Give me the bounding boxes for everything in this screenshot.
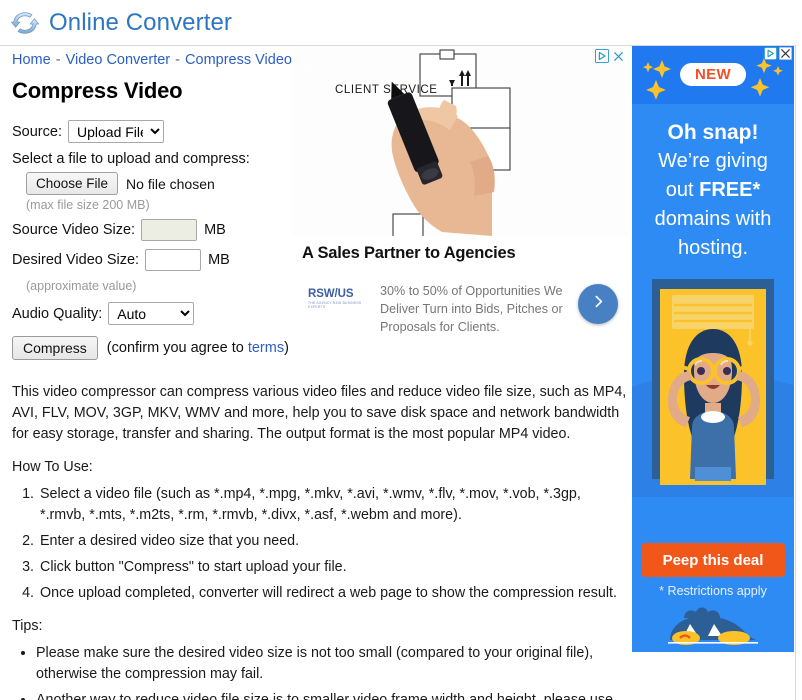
how-to-use-heading: How To Use:	[12, 459, 93, 475]
video-advertisement[interactable]: CLIENT SERVICE A Sales Partner to Agenci…	[292, 46, 628, 356]
speaker-muted-icon[interactable]	[296, 54, 318, 81]
page-root: Online Converter Home - Video Converter …	[0, 0, 802, 700]
peep-this-deal-button[interactable]: Peep this deal	[641, 543, 785, 577]
compress-button[interactable]: Compress	[12, 336, 98, 360]
breadcrumb-item-home[interactable]: Home	[12, 52, 51, 68]
list-item: Please make sure the desired video size …	[36, 643, 630, 685]
chevron-right-icon	[590, 293, 607, 315]
terms-prefix: (confirm you agree to	[106, 340, 248, 356]
breadcrumb-item-compress-video[interactable]: Compress Video	[185, 52, 292, 68]
list-item: Select a video file (such as *.mp4, *.mp…	[38, 484, 630, 526]
list-item: Once upload completed, converter will re…	[38, 583, 630, 604]
desired-video-size-unit: MB	[208, 252, 230, 268]
rsw-us-logo-text: RSW/US	[308, 288, 354, 300]
page-right-border	[795, 0, 796, 700]
video-ad-headline: A Sales Partner to Agencies	[302, 244, 516, 262]
list-item: Another way to reduce video file size is…	[36, 690, 630, 700]
restrictions-note: * Restrictions apply	[659, 584, 767, 598]
terms-confirm-text: (confirm you agree to terms)	[107, 340, 289, 356]
hostgator-banner-advertisement[interactable]: NEW Oh snap! We’re giving out FREE* doma…	[632, 46, 794, 652]
source-video-size-unit: MB	[204, 222, 226, 238]
tips-list: Please make sure the desired video size …	[12, 643, 630, 700]
rsw-us-logo: RSW/US THE AGENCY NEW BUSINESS EXPERTS	[308, 288, 370, 309]
no-file-chosen-text: No file chosen	[126, 175, 215, 192]
source-video-size-input[interactable]	[141, 219, 198, 241]
rsw-us-logo-tagline: THE AGENCY NEW BUSINESS EXPERTS	[308, 301, 362, 309]
source-select[interactable]: Upload File	[67, 120, 164, 143]
close-icon[interactable]	[779, 47, 792, 65]
banner-headline-line-5: hosting.	[677, 237, 749, 259]
video-ad-media[interactable]: CLIENT SERVICE	[292, 46, 628, 236]
woman-with-glasses-in-window-illustration	[632, 267, 794, 497]
breadcrumb: Home - Video Converter - Compress Video	[12, 52, 292, 68]
hostgator-logo: HostGator	[632, 604, 794, 652]
close-icon[interactable]	[612, 50, 625, 68]
video-ad-body: RSW/US THE AGENCY NEW BUSINESS EXPERTS 3…	[292, 272, 628, 336]
list-item: Enter a desired video size that you need…	[38, 531, 630, 552]
banner-headline-line-3-pre: out	[665, 179, 700, 201]
refresh-arrows-icon	[10, 8, 40, 38]
banner-headline: Oh snap! We’re giving out FREE* domains …	[632, 118, 794, 263]
banner-headline-line-1: Oh snap!	[667, 121, 759, 144]
banner-headline-line-3: out FREE*	[632, 176, 794, 205]
site-title: Online Converter	[49, 8, 233, 36]
audio-quality-select[interactable]: Auto	[108, 302, 195, 325]
video-ad-description: 30% to 50% of Opportunities We Deliver T…	[380, 284, 563, 334]
gator-mascot-icon	[660, 604, 766, 652]
article-body: This video compressor can compress vario…	[12, 382, 630, 700]
source-label: Source:	[12, 123, 62, 140]
breadcrumb-separator: -	[55, 52, 61, 68]
banner-headline-line-4: domains with	[654, 208, 772, 230]
tips-heading: Tips:	[12, 618, 43, 634]
whiteboard-drawing-illustration: CLIENT SERVICE	[292, 46, 628, 236]
breadcrumb-separator: -	[175, 52, 180, 68]
video-ad-next-button[interactable]	[578, 284, 618, 324]
terms-suffix: )	[284, 340, 289, 356]
site-header: Online Converter	[0, 0, 796, 46]
terms-link[interactable]: terms	[248, 340, 284, 356]
video-ad-adchoices-controls[interactable]	[595, 49, 625, 68]
choose-file-button[interactable]: Choose File	[26, 172, 119, 195]
banner-top-section: NEW	[632, 46, 794, 104]
list-item: Click button "Compress" to start upload …	[38, 557, 630, 578]
adchoices-icon[interactable]	[595, 49, 609, 68]
new-badge: NEW	[680, 63, 746, 86]
desired-video-size-input[interactable]	[145, 249, 202, 271]
adchoices-icon[interactable]	[764, 47, 777, 65]
banner-headline-free: FREE*	[699, 179, 761, 201]
desired-video-size-label: Desired Video Size:	[12, 252, 140, 268]
how-to-use-list: Select a video file (such as *.mp4, *.mp…	[12, 484, 630, 604]
breadcrumb-item-video-converter[interactable]: Video Converter	[66, 52, 171, 68]
banner-headline-line-2: We’re giving	[658, 150, 768, 172]
drawing-caption: CLIENT SERVICE	[335, 84, 438, 96]
source-video-size-label: Source Video Size:	[12, 222, 136, 238]
audio-quality-label: Audio Quality:	[12, 305, 103, 322]
banner-ad-adchoices-controls[interactable]	[764, 47, 792, 65]
intro-paragraph: This video compressor can compress vario…	[12, 384, 627, 442]
